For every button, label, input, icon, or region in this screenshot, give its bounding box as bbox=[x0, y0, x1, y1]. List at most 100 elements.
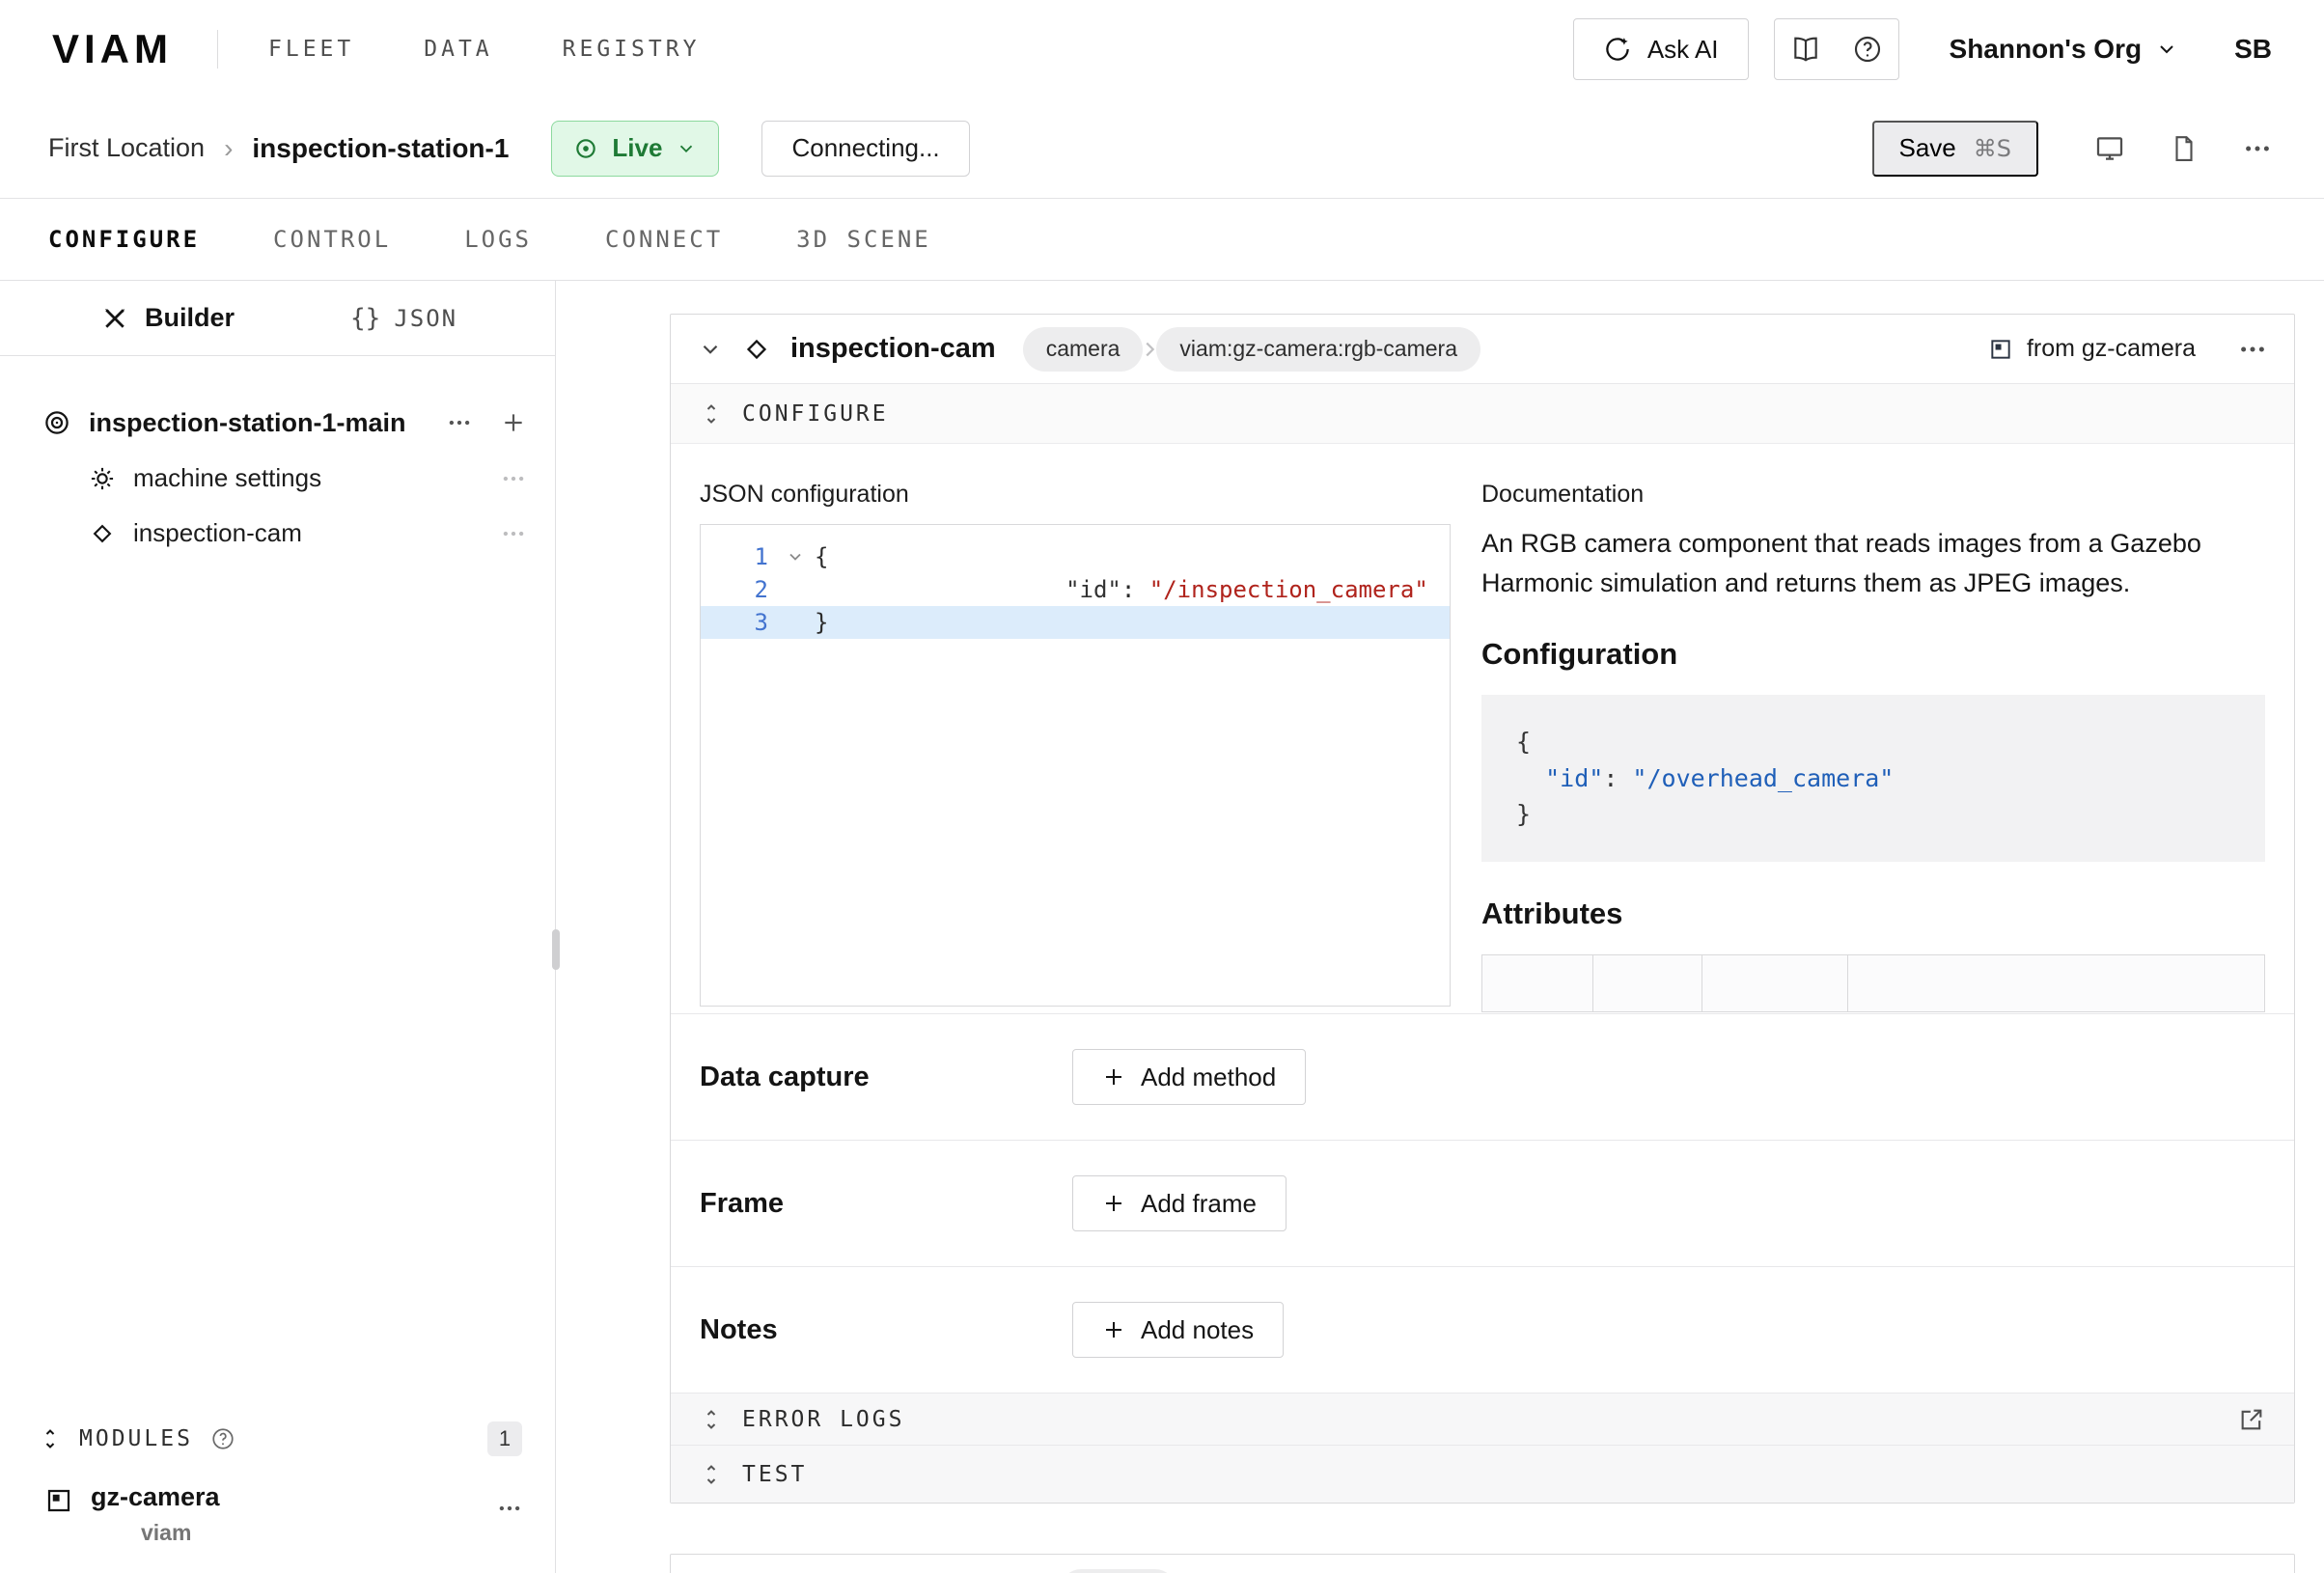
data-capture-title: Data capture bbox=[700, 1062, 1072, 1093]
add-method-label: Add method bbox=[1141, 1062, 1276, 1092]
diamond-icon bbox=[742, 335, 771, 364]
more-menu-icon[interactable] bbox=[447, 410, 472, 435]
tab-3d-scene[interactable]: 3D SCENE bbox=[796, 226, 931, 253]
nav-fleet[interactable]: FLEET bbox=[268, 37, 354, 62]
tree-item-inspection-cam[interactable]: inspection-cam bbox=[0, 506, 555, 561]
more-menu-icon[interactable] bbox=[501, 466, 526, 491]
json-label: JSON bbox=[394, 305, 457, 332]
error-logs-toggle[interactable]: ERROR LOGS bbox=[671, 1393, 2294, 1445]
notes-section: Notes Add notes bbox=[671, 1266, 2294, 1393]
attributes-table-cell bbox=[1481, 954, 1593, 1012]
collapse-icon bbox=[700, 1408, 723, 1431]
tree-item-label: machine settings bbox=[133, 463, 321, 493]
save-button[interactable]: Save ⌘S bbox=[1872, 121, 2039, 177]
mode-toggle-row: Builder {} JSON bbox=[0, 281, 555, 356]
top-nav: VIAM FLEET DATA REGISTRY Ask AI bbox=[0, 0, 2324, 98]
notes-title: Notes bbox=[700, 1314, 1072, 1346]
more-menu-icon[interactable] bbox=[501, 521, 526, 546]
tab-connect[interactable]: CONNECT bbox=[605, 226, 723, 253]
attributes-table-cell bbox=[1847, 954, 2265, 1012]
tab-configure[interactable]: CONFIGURE bbox=[48, 226, 200, 253]
live-target-icon bbox=[573, 136, 598, 161]
code-colon: : bbox=[1603, 764, 1632, 792]
book-icon bbox=[1790, 34, 1821, 65]
docs-title: Documentation bbox=[1481, 481, 2265, 509]
json-value: "/inspection_camera" bbox=[1149, 576, 1428, 603]
docs-book-button[interactable] bbox=[1775, 19, 1837, 79]
documentation-panel: Documentation An RGB camera component th… bbox=[1481, 469, 2265, 1013]
tree-root-machine[interactable]: inspection-station-1-main bbox=[0, 395, 555, 451]
monitor-icon[interactable] bbox=[2094, 133, 2125, 164]
test-label: TEST bbox=[742, 1462, 807, 1487]
modules-section-header[interactable]: MODULES 1 bbox=[0, 1411, 555, 1467]
save-shortcut: ⌘S bbox=[1974, 135, 2011, 162]
tree-item-machine-settings[interactable]: machine settings bbox=[0, 451, 555, 506]
external-link-icon[interactable] bbox=[2238, 1406, 2265, 1433]
breadcrumb-machine: inspection-station-1 bbox=[252, 133, 509, 164]
json-key: "id" bbox=[1065, 576, 1121, 603]
machine-tabs: CONFIGURE CONTROL LOGS CONNECT 3D SCENE bbox=[0, 199, 2324, 281]
module-icon bbox=[44, 1486, 73, 1515]
tree-item-label: inspection-cam bbox=[133, 518, 302, 548]
more-menu-icon[interactable] bbox=[2238, 335, 2267, 364]
fold-chevron-icon[interactable] bbox=[776, 547, 815, 566]
docs-configuration-heading: Configuration bbox=[1481, 637, 2265, 672]
docs-attributes-heading: Attributes bbox=[1481, 897, 2265, 931]
help-button[interactable] bbox=[1837, 19, 1898, 79]
line-number: 3 bbox=[701, 609, 776, 636]
line-number: 2 bbox=[701, 576, 776, 603]
add-method-button[interactable]: Add method bbox=[1072, 1049, 1306, 1105]
question-circle-icon bbox=[1852, 34, 1883, 65]
tab-logs[interactable]: LOGS bbox=[464, 226, 532, 253]
nav-registry[interactable]: REGISTRY bbox=[563, 37, 701, 62]
component-name: inspection-cam bbox=[790, 333, 996, 365]
breadcrumb-location[interactable]: First Location bbox=[48, 133, 205, 163]
configure-section-toggle[interactable]: CONFIGURE bbox=[671, 384, 2294, 444]
more-menu-icon[interactable] bbox=[2243, 134, 2272, 163]
ask-ai-button[interactable]: Ask AI bbox=[1573, 18, 1749, 80]
connecting-button[interactable]: Connecting... bbox=[761, 121, 969, 177]
docs-description: An RGB camera component that reads image… bbox=[1481, 524, 2265, 602]
from-module-label: from gz-camera bbox=[2027, 335, 2196, 363]
module-item-gz-camera[interactable]: gz-camera viam bbox=[0, 1467, 555, 1573]
avatar[interactable]: SB bbox=[2234, 34, 2272, 65]
code-brace: { bbox=[1516, 728, 1531, 756]
sidebar-resize-handle[interactable] bbox=[552, 929, 560, 970]
viam-logo[interactable]: VIAM bbox=[52, 26, 173, 72]
live-status-badge[interactable]: Live bbox=[551, 121, 719, 177]
mode-json-toggle[interactable]: {} JSON bbox=[350, 304, 457, 333]
add-notes-button[interactable]: Add notes bbox=[1072, 1302, 1284, 1358]
mode-builder-toggle[interactable]: Builder bbox=[100, 303, 235, 333]
json-colon: : bbox=[1121, 576, 1149, 603]
diamond-icon bbox=[89, 520, 116, 547]
attributes-table-cell bbox=[1702, 954, 1848, 1012]
add-frame-label: Add frame bbox=[1141, 1189, 1257, 1219]
from-module-link[interactable]: from gz-camera bbox=[1988, 335, 2196, 363]
component-model-tag: viam:gz-camera:rgb-camera bbox=[1156, 327, 1480, 372]
json-config-title: JSON configuration bbox=[700, 481, 1451, 509]
document-icon[interactable] bbox=[2170, 134, 2199, 163]
component-tree: inspection-station-1-main bbox=[0, 356, 555, 561]
json-editor[interactable]: 1 { 2 "id": "/ins bbox=[700, 524, 1451, 1007]
chevron-down-icon[interactable] bbox=[698, 337, 723, 362]
org-switcher[interactable]: Shannon's Org bbox=[1950, 34, 2179, 65]
machine-bar: First Location › inspection-station-1 Li… bbox=[0, 98, 2324, 199]
tree-root-label: inspection-station-1-main bbox=[89, 408, 406, 438]
attributes-table-cell bbox=[1592, 954, 1702, 1012]
module-name: gz-camera bbox=[91, 1482, 220, 1512]
nav-data[interactable]: DATA bbox=[424, 37, 492, 62]
org-name: Shannon's Org bbox=[1950, 34, 2143, 65]
add-component-icon[interactable] bbox=[501, 410, 526, 435]
component-type-tag: camera bbox=[1023, 327, 1144, 372]
plus-icon bbox=[1102, 1318, 1125, 1341]
data-capture-section: Data capture Add method bbox=[671, 1013, 2294, 1140]
more-menu-icon[interactable] bbox=[497, 1496, 522, 1521]
config-sidebar: Builder {} JSON inspection-station-1-mai… bbox=[0, 281, 556, 1573]
add-frame-button[interactable]: Add frame bbox=[1072, 1175, 1286, 1231]
modules-label: MODULES bbox=[79, 1426, 193, 1451]
editor-line: 2 "id": "/inspection_camera" bbox=[701, 573, 1450, 606]
tab-control[interactable]: CONTROL bbox=[273, 226, 391, 253]
live-label: Live bbox=[612, 133, 662, 163]
test-toggle[interactable]: TEST bbox=[671, 1445, 2294, 1503]
question-circle-icon[interactable] bbox=[210, 1426, 235, 1451]
